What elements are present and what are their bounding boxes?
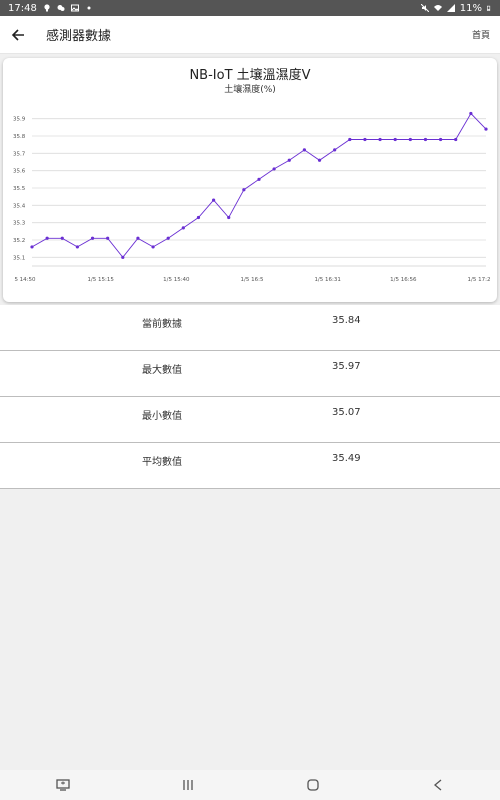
data-point <box>272 167 276 171</box>
y-tick-label: 35.5 <box>13 186 26 192</box>
data-point <box>75 245 79 249</box>
y-tick-label: 35.7 <box>13 151 26 157</box>
data-point <box>106 236 110 240</box>
x-tick-label: 5 14:50 <box>14 277 36 283</box>
data-point <box>212 198 216 202</box>
line-chart: 35.1 35.2 35.3 35.4 35.5 35.6 35.7 35.8 35.9 5 14… <box>13 111 491 283</box>
chevron-left-icon <box>433 779 441 791</box>
data-point <box>136 236 140 240</box>
stat-row-min: 最小數值 35.07 <box>0 397 500 443</box>
screenshot-icon <box>55 779 70 791</box>
image-icon <box>70 4 79 12</box>
data-point <box>151 245 155 249</box>
data-point <box>484 127 488 131</box>
status-bar: 17:48 11% <box>0 0 500 16</box>
stat-row-max: 最大數值 35.97 <box>0 351 500 397</box>
data-point <box>469 111 473 116</box>
stat-label: 當前數據 <box>142 319 182 330</box>
page-title: 感測器數據 <box>46 29 112 44</box>
stat-label: 平均數值 <box>142 457 182 468</box>
recents-icon <box>182 780 193 790</box>
data-point <box>30 245 34 249</box>
data-point <box>302 148 306 152</box>
series-line <box>31 112 487 259</box>
y-tick-label: 35.6 <box>13 169 26 175</box>
x-tick-label: 1/5 17:2 <box>468 277 491 283</box>
data-point <box>242 188 246 192</box>
data-point <box>166 236 170 240</box>
data-point <box>196 215 201 220</box>
data-point <box>454 137 458 142</box>
data-point <box>90 236 95 240</box>
home-icon <box>306 779 319 791</box>
data-point <box>439 137 443 142</box>
app-bar: 感測器數據 首頁 <box>0 16 500 54</box>
y-tick-label: 35.3 <box>13 221 26 227</box>
mute-icon <box>420 4 429 12</box>
data-point <box>317 158 322 162</box>
nav-back-button[interactable] <box>408 770 468 800</box>
stat-label: 最小數值 <box>142 411 182 422</box>
recents-button[interactable] <box>158 770 218 800</box>
wifi-icon <box>433 5 442 11</box>
dot-icon <box>87 6 91 10</box>
navigation-bar <box>0 770 500 800</box>
home-link[interactable]: 首頁 <box>472 28 490 41</box>
battery-icon <box>487 5 491 11</box>
stat-value: 35.84 <box>332 315 361 326</box>
data-point <box>408 137 412 142</box>
x-tick-label: 1/5 16:5 <box>241 277 264 283</box>
chat-icon <box>57 5 65 11</box>
y-tick-label: 35.8 <box>13 134 26 140</box>
stat-row-average: 平均數值 35.49 <box>0 443 500 489</box>
y-tick-label: 35.2 <box>13 238 25 244</box>
y-tick-label: 35.4 <box>13 203 26 209</box>
stat-label: 最大數值 <box>142 365 182 376</box>
screenshot-button[interactable] <box>33 770 93 800</box>
chart-card: NB-IoT 土壤溫濕度V 土壤濕度(%) 35.1 35.2 35.3 35.4 35… <box>3 58 497 302</box>
data-point <box>287 158 291 162</box>
data-point <box>181 226 185 230</box>
stat-row-current: 當前數據 35.84 <box>0 305 500 351</box>
data-point <box>423 137 428 142</box>
signal-icon <box>446 4 455 12</box>
data-point <box>348 137 352 142</box>
data-point <box>378 137 382 142</box>
y-tick-label: 35.9 <box>13 117 26 123</box>
data-point <box>257 177 261 181</box>
stat-value: 35.49 <box>332 453 361 464</box>
x-tick-label: 1/5 16:56 <box>390 277 417 283</box>
data-point <box>227 215 231 220</box>
y-tick-label: 35.1 <box>13 255 25 261</box>
arrow-left-icon <box>11 28 24 41</box>
x-tick-label: 1/5 15:15 <box>87 277 114 283</box>
data-point <box>45 236 49 240</box>
data-point <box>121 255 125 259</box>
stat-value: 35.07 <box>332 407 361 418</box>
battery-text: 11% <box>459 2 482 14</box>
data-point <box>363 137 367 142</box>
data-point <box>60 236 64 240</box>
data-point <box>393 137 397 142</box>
back-button[interactable] <box>1 16 35 54</box>
status-time: 17:48 <box>8 2 37 14</box>
x-tick-label: 1/5 15:40 <box>163 277 190 283</box>
x-tick-label: 1/5 16:31 <box>314 277 340 283</box>
lightbulb-icon <box>44 4 50 12</box>
stat-value: 35.97 <box>332 361 361 372</box>
stats-list: 當前數據 35.84 最大數值 35.97 最小數值 35.07 平均數值 35… <box>0 305 500 489</box>
home-button[interactable] <box>283 770 343 800</box>
data-point <box>333 148 337 152</box>
